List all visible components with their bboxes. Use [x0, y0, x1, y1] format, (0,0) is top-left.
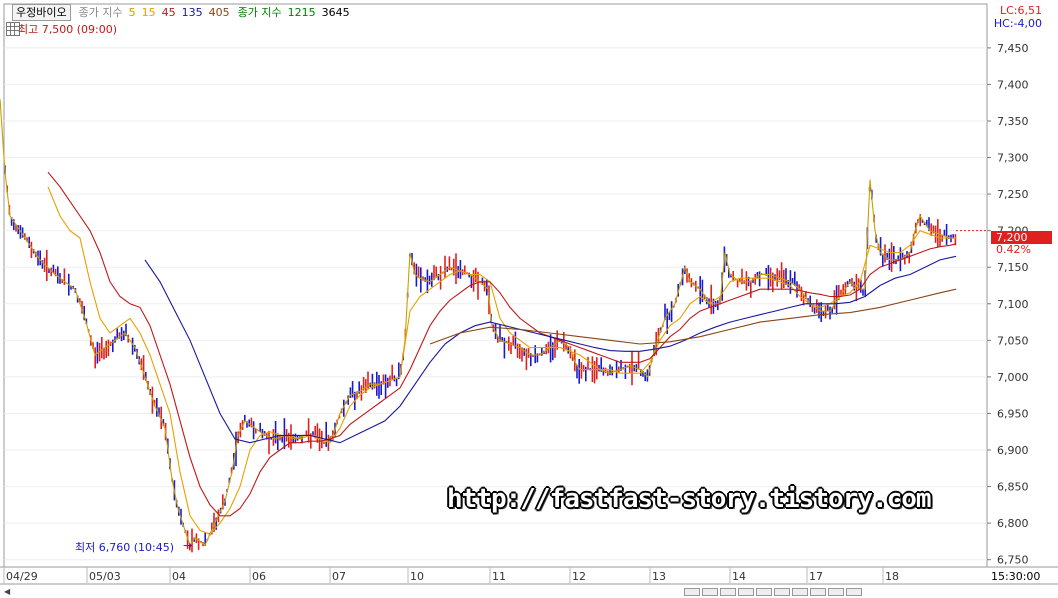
y-tick-label: 7,250 — [997, 188, 1029, 201]
high-label: 최고 7,500 (09:00) — [18, 23, 118, 36]
toolbar-box[interactable] — [828, 588, 844, 596]
y-tick-label: 7,300 — [997, 152, 1029, 165]
ma-period-45[interactable]: 45 — [162, 6, 176, 19]
y-tick-label: 7,150 — [997, 261, 1029, 274]
x-tick-label: 12 — [572, 570, 586, 583]
y-tick-label: 6,800 — [997, 517, 1029, 530]
x-tick-label: 14 — [732, 570, 746, 583]
x-tick-label: 11 — [492, 570, 506, 583]
x-tick-label: 13 — [652, 570, 666, 583]
watermark-text: http://fastfast-story.tistory.com — [447, 484, 932, 514]
toolbar-box[interactable] — [756, 588, 772, 596]
toolbar-box[interactable] — [720, 588, 736, 596]
toolbar-box[interactable] — [684, 588, 700, 596]
y-tick-label: 6,850 — [997, 481, 1029, 494]
x-tick-label: 18 — [885, 570, 899, 583]
x-tick-label: 06 — [252, 570, 266, 583]
ma-label: 종가 지수 — [78, 6, 123, 19]
low-arrow-icon: → — [183, 539, 193, 552]
scroll-left-icon[interactable]: ◀ — [4, 587, 10, 596]
toolbar-box[interactable] — [774, 588, 790, 596]
toolbar-box[interactable] — [738, 588, 754, 596]
chart-header: 우정바이오 종가 지수 5 15 45 135 405 종가 지수 1215 3645 — [2, 3, 356, 21]
ma-period-15[interactable]: 15 — [142, 6, 156, 19]
x-tick-label: 04/29 — [6, 570, 38, 583]
y-tick-label: 7,050 — [997, 334, 1029, 347]
ma-period-5[interactable]: 5 — [129, 6, 136, 19]
ma-period-405[interactable]: 405 — [209, 6, 230, 19]
toolbar-box[interactable] — [792, 588, 808, 596]
time-label: 15:30:00 — [991, 570, 1041, 583]
x-tick-label: 10 — [410, 570, 424, 583]
x-tick-label: 05/03 — [89, 570, 121, 583]
toolbar-boxes[interactable] — [684, 588, 864, 596]
toolbar-box[interactable] — [702, 588, 718, 596]
ma2-periods: 1215 3645 — [288, 6, 356, 19]
toolbar-box[interactable] — [810, 588, 826, 596]
y-tick-label: 7,400 — [997, 78, 1029, 91]
toolbar-box[interactable] — [846, 588, 862, 596]
y-tick-label: 7,350 — [997, 115, 1029, 128]
y-tick-label: 7,000 — [997, 371, 1029, 384]
y-tick-label: 6,900 — [997, 444, 1029, 457]
hc-label: HC:-4,00 — [993, 17, 1042, 30]
ma-period-1215[interactable]: 1215 — [288, 6, 316, 19]
y-tick-label: 6,750 — [997, 554, 1029, 567]
ma2-label: 종가 지수 — [237, 6, 282, 19]
low-label: 최저 6,760 (10:45) — [75, 541, 175, 554]
lc-label: LC:6,51 — [999, 4, 1042, 17]
x-tick-label: 17 — [809, 570, 823, 583]
y-tick-label: 6,950 — [997, 407, 1029, 420]
x-tick-label: 07 — [332, 570, 346, 583]
current-change-pct: 0.42% — [996, 243, 1031, 256]
y-tick-label: 7,100 — [997, 298, 1029, 311]
stock-name-box[interactable]: 우정바이오 — [12, 3, 71, 21]
y-tick-label: 7,450 — [997, 42, 1029, 55]
ma-period-3645[interactable]: 3645 — [322, 6, 350, 19]
ma-periods: 5 15 45 135 405 — [129, 6, 236, 19]
x-tick-label: 04 — [172, 570, 186, 583]
ma-period-135[interactable]: 135 — [182, 6, 203, 19]
